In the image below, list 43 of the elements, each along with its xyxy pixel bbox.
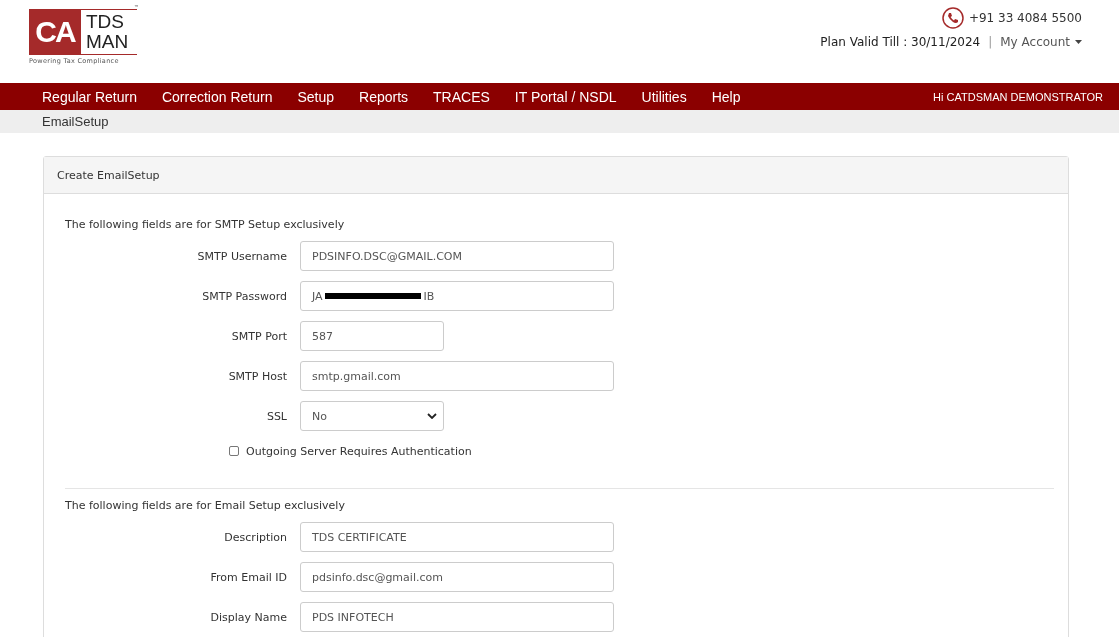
field-value: JA: [312, 289, 323, 303]
account-menu[interactable]: My Account: [1000, 35, 1082, 49]
breadcrumb: EmailSetup: [42, 114, 109, 129]
input-field[interactable]: smtp.gmail.com: [300, 361, 614, 391]
logo-mark: CA: [29, 10, 81, 54]
field-label: From Email ID: [209, 570, 288, 584]
input-field[interactable]: pdsinfo.dsc@gmail.com: [300, 562, 614, 592]
nav-item[interactable]: Correction Return: [161, 88, 273, 105]
field-label: SSL: [265, 409, 288, 423]
input-field[interactable]: PDS INFOTECH: [300, 602, 614, 632]
field-value: IB: [423, 289, 435, 303]
password-field[interactable]: JA IB: [300, 281, 614, 311]
panel-title: Create EmailSetup: [57, 168, 160, 182]
section-note: The following fields are for SMTP Setup exclusively: [65, 218, 346, 231]
separator: |: [988, 35, 993, 49]
nav-item[interactable]: TRACES: [433, 88, 490, 105]
input-field[interactable]: TDS CERTIFICATE: [300, 522, 614, 552]
field-label: SMTP Port: [230, 329, 288, 343]
select-field[interactable]: No: [300, 401, 444, 431]
field-label: Display Name: [209, 610, 288, 624]
input-field[interactable]: PDSINFO.DSC@GMAIL.COM: [300, 241, 614, 271]
nav-item[interactable]: Utilities: [641, 88, 687, 105]
checkbox-label: Outgoing Server Requires Authentication: [246, 444, 472, 458]
chevron-icon: [427, 413, 437, 419]
nav-item[interactable]: Help: [711, 88, 741, 105]
input-field[interactable]: 587: [300, 321, 444, 351]
logo-text: TDS: [86, 12, 125, 32]
phone-number: +91 33 4084 5500: [968, 11, 1082, 25]
user-greeting: Hi CATDSMAN DEMONSTRATOR: [933, 90, 1103, 103]
field-label: SMTP Password: [201, 289, 288, 303]
field-label: SMTP Host: [227, 369, 288, 383]
nav-item[interactable]: Reports: [359, 88, 409, 105]
field-label: SMTP Username: [196, 249, 288, 263]
checkbox[interactable]: [229, 446, 239, 456]
caret-icon: [1075, 40, 1082, 44]
nav-item[interactable]: IT Portal / NSDL: [514, 88, 617, 105]
section-note: The following fields are for Email Setup exclusively: [65, 499, 346, 512]
nav-item[interactable]: Regular Return: [42, 88, 137, 105]
plan-validity: Plan Valid Till : 30/11/2024: [820, 35, 981, 49]
nav-item[interactable]: Setup: [297, 88, 335, 105]
phone-icon: [941, 7, 964, 29]
field-label: Description: [223, 530, 288, 544]
logo-text: MAN: [86, 32, 129, 52]
